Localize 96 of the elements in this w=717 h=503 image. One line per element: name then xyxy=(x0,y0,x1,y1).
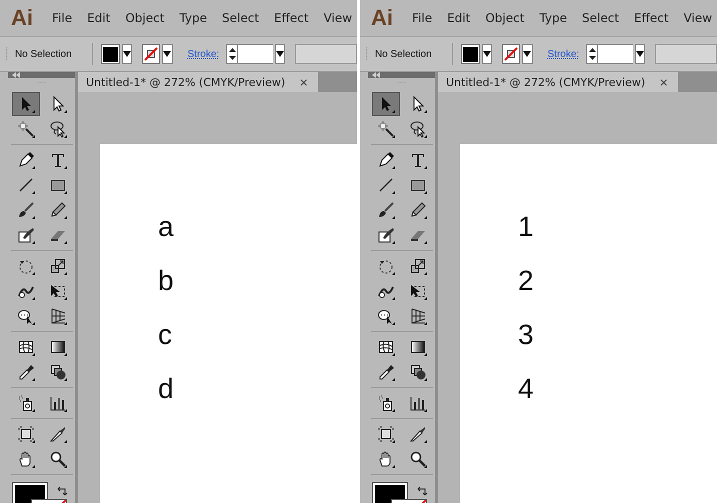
lasso-icon xyxy=(408,120,426,138)
document-tab[interactable]: Untitled-1* @ 272% (CMYK/Preview) × xyxy=(438,72,678,92)
perspective-grid-icon xyxy=(48,306,66,325)
stroke-link[interactable]: Stroke: xyxy=(188,48,220,60)
paintbrush-icon xyxy=(376,200,394,219)
spin-arrows-icon xyxy=(588,47,597,61)
dropdown-button[interactable] xyxy=(522,44,532,64)
artboard-icon xyxy=(376,424,394,443)
stroke-weight-field[interactable] xyxy=(598,44,633,64)
menu-item[interactable]: Effect xyxy=(634,11,669,25)
text-object: 4 xyxy=(518,372,534,406)
zoom-icon xyxy=(408,450,426,468)
paintbrush-icon xyxy=(16,200,34,219)
blend-icon xyxy=(408,362,426,381)
document-tab[interactable]: Untitled-1* @ 272% (CMYK/Preview) × xyxy=(78,72,318,92)
menu-item[interactable]: File xyxy=(412,11,432,25)
knife-icon xyxy=(48,424,66,443)
menu-item[interactable]: Select xyxy=(222,11,260,25)
spin-arrows-icon xyxy=(228,47,237,61)
tool-button[interactable] xyxy=(372,92,400,116)
pen-nib-icon xyxy=(376,150,394,169)
tab-title: Untitled-1* @ 272% (CMYK/Preview) xyxy=(446,76,646,88)
tab-title: Untitled-1* @ 272% (CMYK/Preview) xyxy=(86,76,286,88)
artboard-icon xyxy=(16,424,34,443)
menu-item[interactable]: Effect xyxy=(274,11,309,25)
app-logo: Ai xyxy=(371,5,393,31)
caret-icon xyxy=(163,51,172,57)
magic-wand-icon xyxy=(376,120,394,138)
pen-nib-icon xyxy=(16,150,34,169)
dropdown-button[interactable] xyxy=(274,44,285,64)
text-object: a xyxy=(158,210,174,244)
dropdown-button[interactable] xyxy=(634,44,645,64)
selection-label: No Selection xyxy=(374,48,432,60)
text-object: d xyxy=(158,372,174,406)
menu-item[interactable]: Edit xyxy=(447,11,470,25)
caret-icon xyxy=(636,51,644,57)
stroke-link[interactable]: Stroke: xyxy=(548,48,580,60)
spinner-button[interactable] xyxy=(226,44,238,64)
menu-item[interactable]: Edit xyxy=(87,11,110,25)
fill-swatch[interactable] xyxy=(461,44,480,64)
text-object: 1 xyxy=(518,210,534,244)
close-button[interactable]: × xyxy=(659,76,668,88)
text-object: 3 xyxy=(518,318,534,352)
stroke-swatch[interactable] xyxy=(142,44,160,64)
menu-item[interactable]: Type xyxy=(179,11,207,25)
dropdown-button[interactable] xyxy=(162,44,172,64)
field[interactable] xyxy=(654,44,717,64)
knife-icon xyxy=(408,424,426,443)
fill-swatch[interactable] xyxy=(101,44,120,64)
caret-icon xyxy=(483,51,492,57)
stroke-swatch[interactable] xyxy=(502,44,520,64)
menu-item[interactable]: Type xyxy=(539,11,567,25)
caret-icon xyxy=(276,51,284,57)
dropdown-button[interactable] xyxy=(122,44,132,64)
swap-arrows-icon xyxy=(416,484,428,497)
field[interactable] xyxy=(294,44,357,64)
text-object: c xyxy=(158,318,172,352)
no-color-icon xyxy=(144,47,158,61)
spray-can-icon xyxy=(376,394,394,412)
menu-item[interactable]: View xyxy=(324,11,352,25)
dropdown-button[interactable] xyxy=(482,44,492,64)
app-logo: Ai xyxy=(11,5,33,31)
scale-icon xyxy=(48,256,66,275)
scale-icon xyxy=(408,256,426,275)
no-color-icon xyxy=(504,47,518,61)
spinner-button[interactable] xyxy=(586,44,598,64)
hand-icon xyxy=(376,450,394,468)
caret-icon xyxy=(523,51,532,57)
blend-icon xyxy=(48,362,66,381)
menu-item[interactable]: Object xyxy=(485,11,524,25)
magic-wand-icon xyxy=(16,120,34,138)
spray-can-icon xyxy=(16,394,34,412)
menu-item[interactable]: Object xyxy=(125,11,164,25)
stroke-weight-field[interactable] xyxy=(238,44,273,64)
menu-item[interactable]: File xyxy=(52,11,72,25)
zoom-icon xyxy=(48,450,66,468)
close-button[interactable]: × xyxy=(299,76,308,88)
eyedropper-icon xyxy=(16,362,34,381)
tool-button[interactable] xyxy=(12,92,40,116)
selection-label: No Selection xyxy=(14,48,72,60)
grip-icon xyxy=(6,45,9,63)
lasso-icon xyxy=(48,120,66,138)
grip-icon xyxy=(366,45,369,63)
caret-icon xyxy=(123,51,132,57)
hand-icon xyxy=(16,450,34,468)
swap-arrows-icon xyxy=(56,484,68,497)
eyedropper-icon xyxy=(376,362,394,381)
blob-brush-icon xyxy=(376,226,394,244)
menu-item[interactable]: View xyxy=(684,11,712,25)
perspective-grid-icon xyxy=(408,306,426,325)
pencil-icon xyxy=(408,200,426,219)
text-object: 2 xyxy=(518,264,534,298)
pencil-icon xyxy=(48,200,66,219)
blob-brush-icon xyxy=(16,226,34,244)
text-object: b xyxy=(158,264,174,298)
menu-item[interactable]: Select xyxy=(582,11,620,25)
